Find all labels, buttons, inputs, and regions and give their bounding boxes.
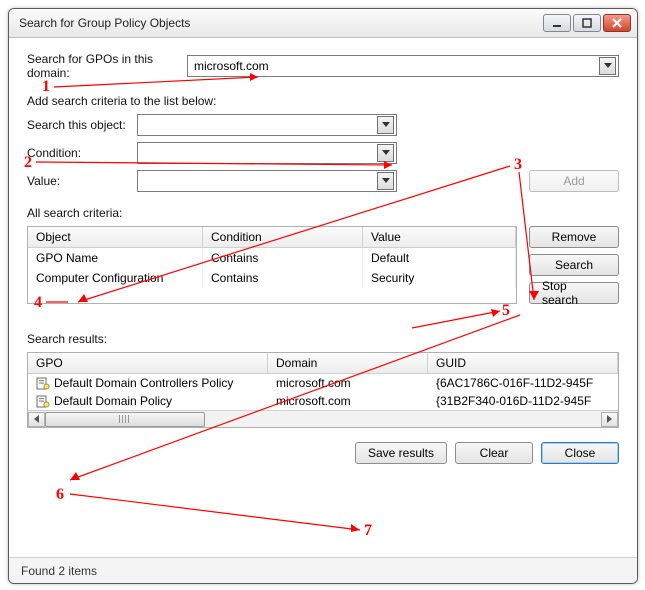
object-label: Search this object: (27, 118, 137, 132)
client-area: Search for GPOs in this domain: microsof… (9, 38, 637, 583)
criteria-intro: Add search criteria to the list below: (27, 94, 619, 108)
value-label: Value: (27, 174, 137, 188)
maximize-icon (582, 18, 592, 28)
all-criteria-label: All search criteria: (27, 206, 619, 220)
close-icon (612, 18, 622, 28)
criteria-table: Object Condition Value GPO Name Contains… (27, 226, 517, 304)
close-button[interactable]: Close (541, 442, 619, 464)
domain-label: Search for GPOs in this domain: (27, 52, 187, 80)
criteria-row[interactable]: Computer Configuration Contains Security (28, 268, 516, 288)
titlebar: Search for Group Policy Objects (9, 9, 637, 38)
remove-button[interactable]: Remove (529, 226, 619, 248)
stop-search-button[interactable]: Stop search (529, 282, 619, 304)
domain-combo[interactable]: microsoft.com (187, 55, 619, 77)
results-table: GPO Domain GUID Default Domain Controlle… (27, 352, 619, 428)
results-label: Search results: (27, 332, 619, 346)
scroll-thumb[interactable] (45, 412, 205, 427)
scroll-track[interactable] (45, 412, 601, 427)
scroll-right-icon[interactable] (601, 412, 618, 427)
results-col-guid[interactable]: GUID (428, 353, 618, 374)
window-title: Search for Group Policy Objects (19, 16, 543, 30)
search-button[interactable]: Search (529, 254, 619, 276)
criteria-col-condition[interactable]: Condition (203, 227, 363, 248)
condition-label: Condition: (27, 146, 137, 160)
results-row[interactable]: Default Domain Controllers Policy micros… (28, 374, 618, 392)
dialog-window: Search for Group Policy Objects Search f… (8, 8, 638, 584)
gpo-icon (36, 394, 50, 408)
clear-button[interactable]: Clear (455, 442, 533, 464)
chevron-down-icon (377, 116, 394, 134)
add-button[interactable]: Add (529, 170, 619, 192)
window-buttons (543, 14, 631, 32)
gpo-icon (36, 376, 50, 390)
minimize-button[interactable] (543, 14, 571, 32)
results-col-domain[interactable]: Domain (268, 353, 428, 374)
domain-value: microsoft.com (194, 59, 599, 73)
criteria-col-value[interactable]: Value (363, 227, 516, 248)
condition-combo[interactable] (137, 142, 397, 164)
results-row[interactable]: Default Domain Policy microsoft.com {31B… (28, 392, 618, 410)
maximize-button[interactable] (573, 14, 601, 32)
minimize-icon (552, 18, 562, 28)
criteria-row[interactable]: GPO Name Contains Default (28, 248, 516, 268)
results-col-gpo[interactable]: GPO (28, 353, 268, 374)
status-bar: Found 2 items (9, 557, 637, 583)
scroll-left-icon[interactable] (28, 412, 45, 427)
chevron-down-icon (377, 144, 394, 162)
object-combo[interactable] (137, 114, 397, 136)
criteria-col-object[interactable]: Object (28, 227, 203, 248)
horizontal-scrollbar[interactable] (28, 410, 618, 427)
status-text: Found 2 items (21, 564, 97, 578)
close-window-button[interactable] (603, 14, 631, 32)
value-combo[interactable] (137, 170, 397, 192)
save-results-button[interactable]: Save results (355, 442, 447, 464)
chevron-down-icon (599, 57, 616, 75)
chevron-down-icon (377, 172, 394, 190)
